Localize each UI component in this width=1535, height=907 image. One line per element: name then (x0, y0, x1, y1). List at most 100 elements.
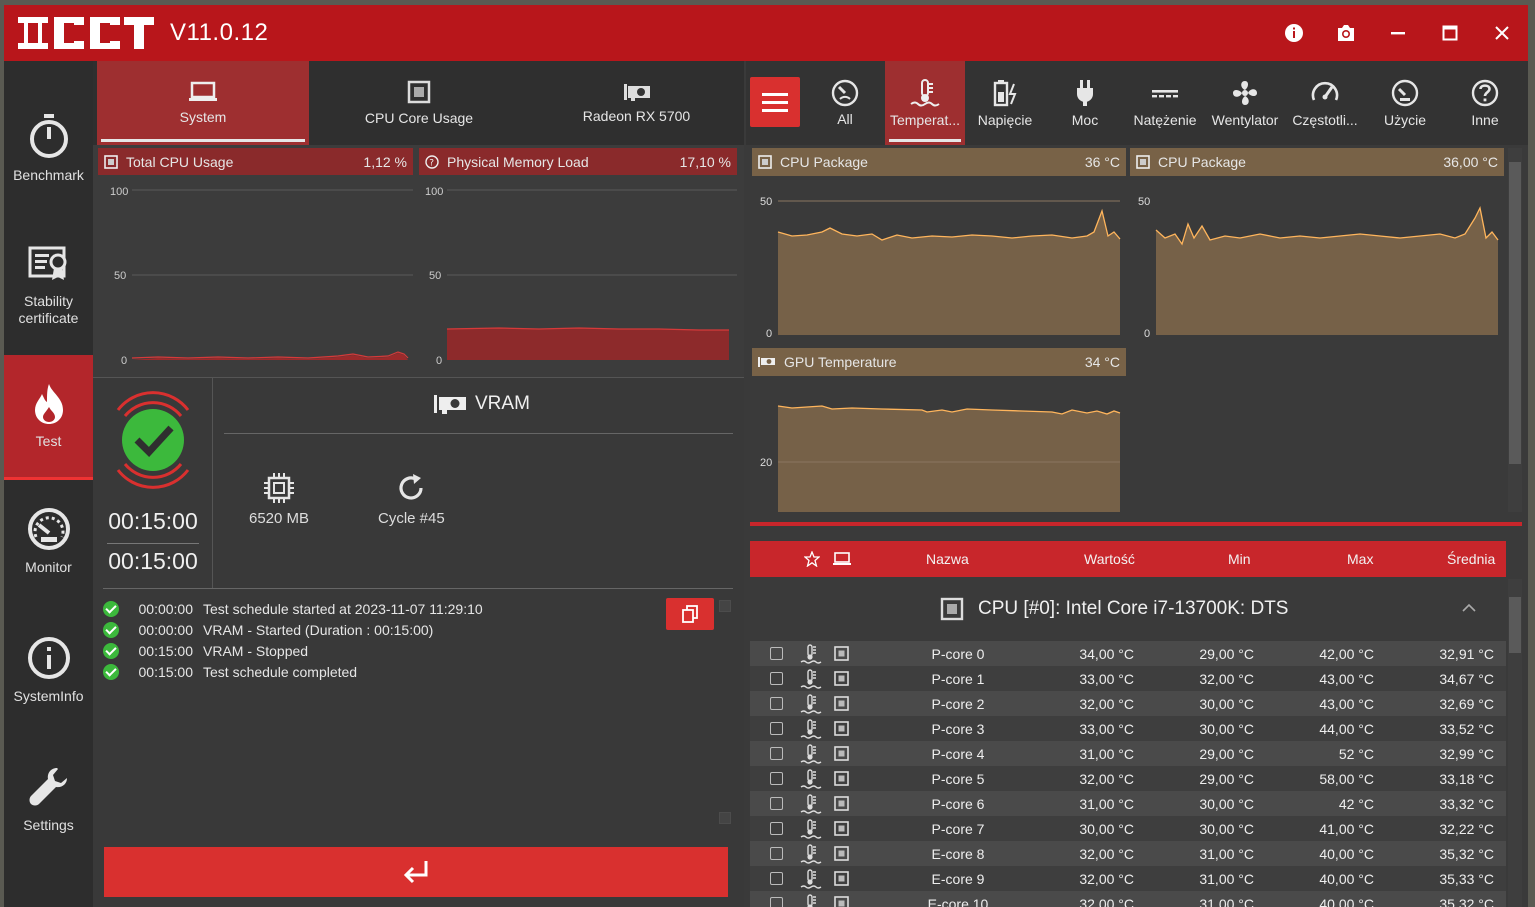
table-row[interactable]: P-core 0 34,00 °C 29,00 °C 42,00 °C 32,91 °C (750, 641, 1506, 666)
sensor-name: P-core 3 (931, 720, 985, 737)
title-bar: V11.0.12 (4, 5, 1528, 61)
device-column[interactable] (832, 541, 852, 577)
category-usage[interactable]: Użycie (1365, 61, 1445, 145)
thermometer-icon (800, 768, 822, 789)
table-row[interactable]: E-core 8 32,00 °C 31,00 °C 40,00 °C 35,32 °C (750, 841, 1506, 866)
maximize-button[interactable] (1436, 19, 1464, 47)
main-navigation: Benchmark Stability certificate Test Mon… (4, 61, 93, 907)
copy-log-button[interactable] (666, 598, 714, 630)
nav-stability-certificate[interactable]: Stability certificate (4, 223, 93, 348)
sensor-group-header[interactable]: CPU [#0]: Intel Core i7-13700K: DTS (750, 581, 1506, 637)
column-max[interactable]: Max (1347, 541, 1373, 577)
sensor-max: 44,00 °C (1319, 720, 1374, 737)
physical-memory-title: Physical Memory Load (447, 153, 589, 170)
tab-system[interactable]: System (97, 61, 309, 145)
nav-settings[interactable]: Settings (4, 737, 93, 862)
favorite-checkbox[interactable] (770, 697, 783, 710)
test-log: 00:00:00 Test schedule started at 2023-11… (103, 598, 663, 682)
nav-test[interactable]: Test (4, 355, 93, 480)
log-text: VRAM - Started (Duration : 00:15:00) (203, 621, 434, 638)
table-row[interactable]: P-core 4 31,00 °C 29,00 °C 52 °C 32,99 °C (750, 741, 1506, 766)
cpu-package-chart: CPU Package 36 °C 50 0 (752, 148, 1126, 343)
cpu-package-2-tick-50: 50 (1138, 196, 1150, 208)
log-scroll-down[interactable] (719, 812, 731, 824)
sensor-min: 30,00 °C (1199, 820, 1254, 837)
screenshot-button[interactable] (1332, 19, 1360, 47)
menu-button[interactable] (750, 77, 800, 127)
nav-monitor-label: Monitor (25, 559, 72, 575)
table-scrollbar-thumb[interactable] (1509, 597, 1521, 653)
category-fan[interactable]: Wentylator (1205, 61, 1285, 145)
log-entry: 00:00:00 Test schedule started at 2023-11… (103, 598, 663, 619)
table-row[interactable]: P-core 7 30,00 °C 30,00 °C 41,00 °C 32,22 °C (750, 816, 1506, 841)
column-average[interactable]: Średnia (1447, 541, 1495, 577)
table-row[interactable]: P-core 2 32,00 °C 30,00 °C 43,00 °C 32,69 °C (750, 691, 1506, 716)
minimize-button[interactable] (1384, 19, 1412, 47)
favorite-checkbox[interactable] (770, 722, 783, 735)
nav-monitor[interactable]: Monitor (4, 479, 93, 604)
chevron-up-icon[interactable] (1462, 603, 1476, 613)
sensor-max: 58,00 °C (1319, 770, 1374, 787)
maximize-icon (1442, 25, 1458, 41)
favorite-checkbox[interactable] (770, 647, 783, 660)
table-row[interactable]: P-core 5 32,00 °C 29,00 °C 58,00 °C 33,18 °C (750, 766, 1506, 791)
table-row[interactable]: P-core 3 33,00 °C 30,00 °C 44,00 °C 33,52 °C (750, 716, 1506, 741)
column-name[interactable]: Nazwa (926, 541, 969, 577)
category-temperature-label: Temperat... (889, 112, 961, 128)
column-min[interactable]: Min (1228, 541, 1251, 577)
favorite-checkbox[interactable] (770, 672, 783, 685)
favorite-checkbox[interactable] (770, 897, 783, 907)
sensor-max: 43,00 °C (1319, 695, 1374, 712)
sensor-max: 43,00 °C (1319, 670, 1374, 687)
memory-tick-0: 0 (436, 355, 442, 367)
category-current[interactable]: Natężenie (1125, 61, 1205, 145)
sensor-name: P-core 0 (931, 645, 985, 662)
nav-systeminfo[interactable]: SystemInfo (4, 608, 93, 733)
category-temperature[interactable]: Temperat... (885, 61, 965, 145)
favorite-checkbox[interactable] (770, 847, 783, 860)
physical-memory-plot: 100 50 0 (425, 186, 737, 367)
nav-benchmark[interactable]: Benchmark (4, 86, 93, 211)
test-name: VRAM (475, 393, 530, 414)
camera-icon (1338, 25, 1354, 41)
gpu-icon (434, 395, 466, 414)
success-icon (103, 621, 119, 638)
favorite-column[interactable] (804, 541, 820, 577)
info-button[interactable] (1280, 19, 1308, 47)
category-other[interactable]: Inne (1445, 61, 1525, 145)
favorite-checkbox[interactable] (770, 747, 783, 760)
category-frequency-label: Częstotli... (1292, 112, 1358, 128)
return-icon (403, 861, 428, 884)
panel-splitter[interactable] (750, 522, 1522, 526)
favorite-checkbox[interactable] (770, 797, 783, 810)
favorite-checkbox[interactable] (770, 822, 783, 835)
vram-memory-value: 6520 MB (249, 510, 310, 527)
start-stop-test-button[interactable] (104, 847, 728, 897)
category-frequency[interactable]: Częstotli... (1285, 61, 1365, 145)
table-scrollbar[interactable] (1508, 579, 1522, 907)
cpu-package-header: CPU Package 36 °C (752, 148, 1126, 176)
table-row[interactable]: E-core 9 32,00 °C 31,00 °C 40,00 °C 35,33 °C (750, 866, 1506, 891)
column-value[interactable]: Wartość (1084, 541, 1135, 577)
close-button[interactable] (1488, 19, 1516, 47)
tab-cpu-core-usage[interactable]: CPU Core Usage (311, 61, 527, 145)
favorite-checkbox[interactable] (770, 872, 783, 885)
plug-icon (1077, 80, 1093, 106)
table-row[interactable]: P-core 6 31,00 °C 30,00 °C 42 °C 33,32 °C (750, 791, 1506, 816)
star-icon (804, 551, 820, 567)
cpu-icon (834, 846, 849, 861)
log-entry: 00:00:00 VRAM - Started (Duration : 00:15… (103, 619, 663, 640)
speedometer-icon (1311, 81, 1339, 101)
sensor-value: 32,00 °C (1079, 895, 1134, 907)
category-voltage[interactable]: Napięcie (965, 61, 1045, 145)
table-row[interactable]: E-core 10 32,00 °C 31,00 °C 40,00 °C 35,32 °… (750, 891, 1506, 907)
table-row[interactable]: P-core 1 33,00 °C 32,00 °C 43,00 °C 34,67 °C (750, 666, 1506, 691)
category-power[interactable]: Moc (1045, 61, 1125, 145)
tab-radeon-rx-5700[interactable]: Radeon RX 5700 (529, 61, 744, 145)
charts-scrollbar[interactable] (1508, 148, 1522, 512)
favorite-checkbox[interactable] (770, 772, 783, 785)
sensor-name: P-core 4 (931, 745, 985, 762)
log-scroll-up[interactable] (719, 600, 731, 612)
category-all[interactable]: All (805, 61, 885, 145)
charts-scrollbar-thumb[interactable] (1509, 162, 1521, 464)
